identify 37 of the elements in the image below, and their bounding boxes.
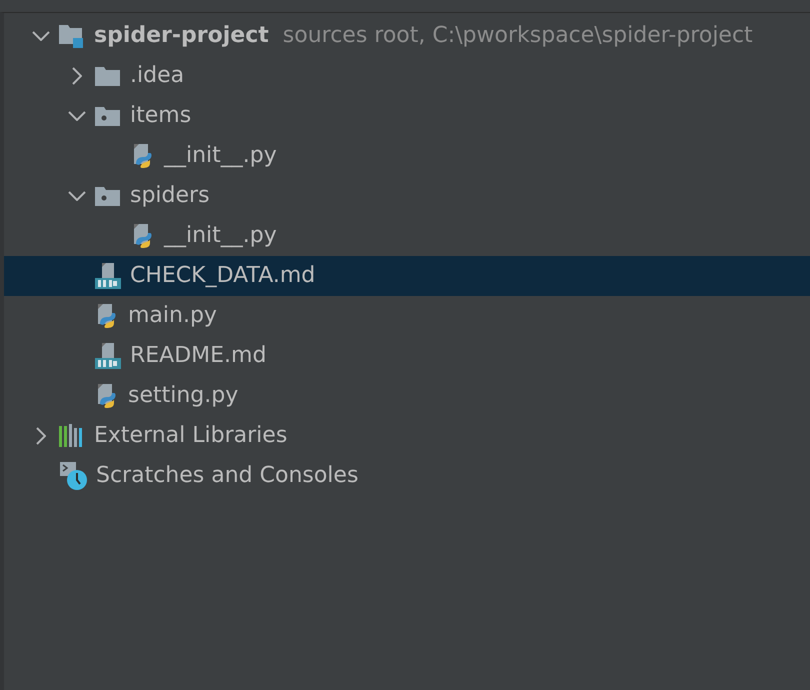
tree-row[interactable]: README.md xyxy=(4,336,810,376)
tree-row[interactable]: items xyxy=(4,96,810,136)
tree-row[interactable]: CHECK_DATA.md xyxy=(4,256,810,296)
tree-item-label: __init__.py xyxy=(164,142,277,170)
folder-icon xyxy=(58,22,86,50)
tree-row[interactable]: spiders xyxy=(4,176,810,216)
package-folder-icon xyxy=(94,184,122,208)
chevron-right-icon[interactable] xyxy=(36,427,46,445)
chevron-down-icon[interactable] xyxy=(68,111,86,121)
chevron-down-icon[interactable] xyxy=(68,191,86,201)
tree-row[interactable]: External Libraries xyxy=(4,416,810,456)
tree-row[interactable]: spider-project sources root, C:\pworkspace\spider-project xyxy=(4,16,810,56)
tree-row[interactable]: __init__.py xyxy=(4,216,810,256)
tree-item-label: .idea xyxy=(130,62,184,90)
package-folder-icon xyxy=(94,104,122,128)
source-root-hint: sources root, C:\pworkspace\spider-project xyxy=(282,22,753,50)
tree-item-label: spider-project xyxy=(94,22,269,50)
tree-item-label: items xyxy=(130,102,192,130)
chevron-right-icon[interactable] xyxy=(72,67,82,85)
tree-item-label: setting.py xyxy=(128,382,238,410)
tree-row[interactable]: __init__.py xyxy=(4,136,810,176)
folder-icon xyxy=(94,64,122,88)
tree-item-label: External Libraries xyxy=(94,422,288,450)
markdown-file-icon xyxy=(94,342,122,370)
console-clock-icon xyxy=(58,461,88,491)
tree-item-label: spiders xyxy=(130,182,210,210)
chevron-down-icon[interactable] xyxy=(32,31,50,41)
tree-item-label: README.md xyxy=(130,342,266,370)
tree-item-label: __init__.py xyxy=(164,222,277,250)
tree-item-label: main.py xyxy=(128,302,217,330)
tree-row[interactable]: .idea xyxy=(4,56,810,96)
tree-item-label: CHECK_DATA.md xyxy=(130,262,316,290)
tree-row[interactable]: Scratches and Consoles xyxy=(4,456,810,496)
tree-item-label: Scratches and Consoles xyxy=(96,462,358,490)
tree-row[interactable]: main.py xyxy=(4,296,810,336)
tree-row[interactable]: setting.py xyxy=(4,376,810,416)
markdown-file-icon xyxy=(94,262,122,290)
